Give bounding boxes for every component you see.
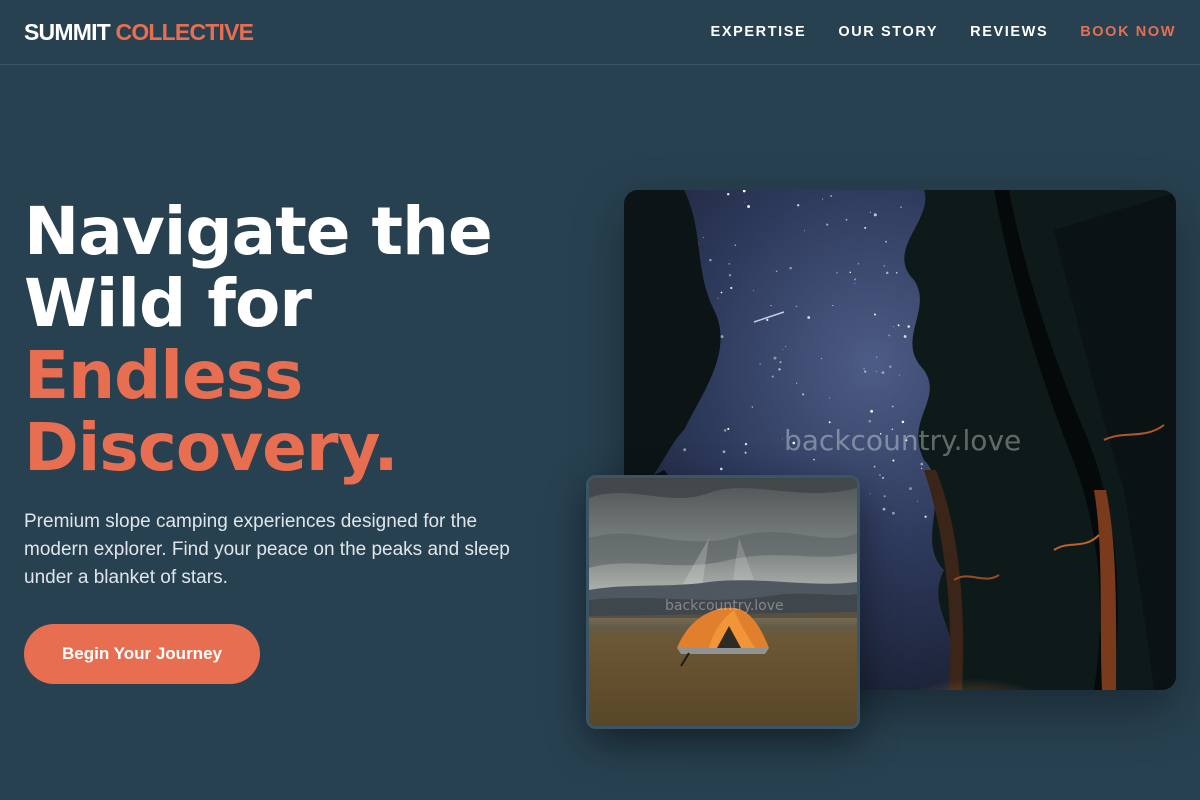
hero-title: Navigate the Wild for Endless Discovery. bbox=[24, 196, 584, 484]
hero-title-line-2: Wild for bbox=[24, 265, 312, 342]
tent-photo-watermark: backcountry.love bbox=[665, 598, 784, 614]
night-photo-watermark: backcountry.love bbox=[784, 424, 1022, 457]
nav-link-reviews[interactable]: REVIEWS bbox=[970, 24, 1048, 40]
main-nav: EXPERTISE OUR STORY REVIEWS BOOK NOW bbox=[679, 24, 1176, 40]
logo-accent: COLLECTIVE bbox=[115, 18, 254, 45]
logo[interactable]: SUMMIT COLLECTIVE bbox=[24, 18, 254, 46]
hero-title-accent-line-2: Discovery. bbox=[24, 409, 399, 486]
logo-primary: SUMMIT bbox=[24, 18, 111, 45]
hero-subtitle: Premium slope camping experiences design… bbox=[24, 511, 510, 588]
site-header: SUMMIT COLLECTIVE EXPERTISE OUR STORY RE… bbox=[0, 0, 1200, 65]
tent-photo: backcountry.love bbox=[586, 475, 860, 729]
hero-title-accent-line-1: Endless bbox=[24, 337, 303, 414]
nav-link-expertise[interactable]: EXPERTISE bbox=[711, 24, 807, 40]
nav-link-our-story[interactable]: OUR STORY bbox=[838, 24, 938, 40]
hero-title-line-1: Navigate the bbox=[24, 193, 493, 270]
nav-link-book-now[interactable]: BOOK NOW bbox=[1080, 24, 1176, 40]
begin-journey-button[interactable]: Begin Your Journey bbox=[24, 624, 260, 684]
